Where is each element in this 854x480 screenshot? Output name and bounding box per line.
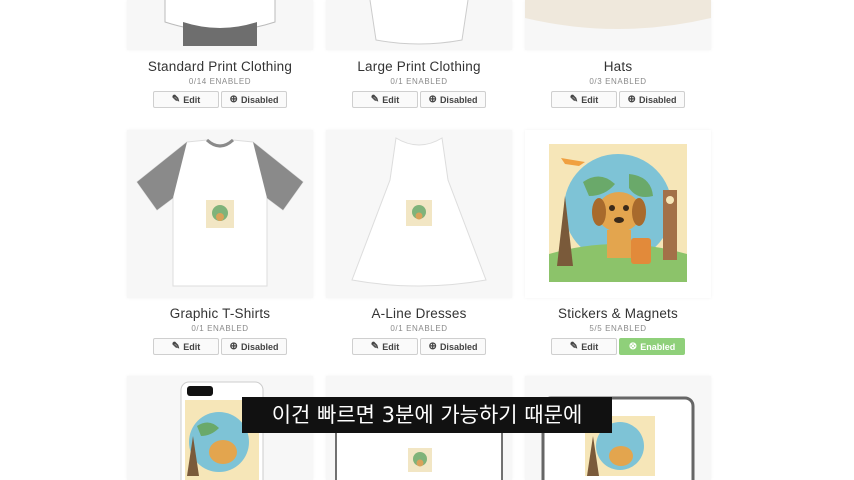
edit-icon: ✎ xyxy=(569,340,579,352)
edit-icon: ✎ xyxy=(171,93,181,105)
large-print-clothing-image xyxy=(326,0,512,50)
card-title: Hats xyxy=(603,59,633,74)
card-title: Graphic T-Shirts xyxy=(169,306,271,321)
card-title: Stickers & Magnets xyxy=(558,306,678,321)
disabled-toggle-button[interactable]: ⊕ Disabled xyxy=(420,338,486,355)
card-title: Large Print Clothing xyxy=(357,59,481,74)
plus-circle-icon: ⊕ xyxy=(428,340,437,352)
edit-button[interactable]: ✎ Edit xyxy=(352,91,418,108)
standard-print-clothing-image xyxy=(127,0,313,50)
card-enabled-count: 0/3 ENABLED xyxy=(589,77,647,86)
edit-button[interactable]: ✎ Edit xyxy=(352,338,418,355)
edit-icon: ✎ xyxy=(370,340,380,352)
x-circle-icon: ⊗ xyxy=(628,340,638,352)
edit-icon: ✎ xyxy=(370,93,380,105)
edit-icon: ✎ xyxy=(171,340,181,352)
disabled-toggle-button[interactable]: ⊕ Disabled xyxy=(221,338,287,355)
edit-button[interactable]: ✎ Edit xyxy=(551,91,617,108)
card-enabled-count: 5/5 ENABLED xyxy=(589,324,647,333)
enabled-toggle-button[interactable]: ⊗ Enabled xyxy=(619,338,685,355)
disabled-toggle-button[interactable]: ⊕ Disabled xyxy=(221,91,287,108)
card-enabled-count: 0/14 ENABLED xyxy=(188,77,252,86)
sticker-artwork-image xyxy=(525,130,711,298)
edit-button[interactable]: ✎ Edit xyxy=(153,338,219,355)
disabled-toggle-button[interactable]: ⊕ Disabled xyxy=(420,91,486,108)
plus-circle-icon: ⊕ xyxy=(627,93,636,105)
card-enabled-count: 0/1 ENABLED xyxy=(390,324,448,333)
edit-button[interactable]: ✎ Edit xyxy=(551,338,617,355)
plus-circle-icon: ⊕ xyxy=(229,340,238,352)
video-subtitle-caption: 이건 빠르면 3분에 가능하기 때문에 xyxy=(242,397,612,433)
disabled-toggle-button[interactable]: ⊕ Disabled xyxy=(619,91,685,108)
card-title: Standard Print Clothing xyxy=(147,59,293,74)
plus-circle-icon: ⊕ xyxy=(229,93,238,105)
hats-image xyxy=(525,0,711,50)
edit-button[interactable]: ✎ Edit xyxy=(153,91,219,108)
a-line-dress-image xyxy=(326,130,512,298)
plus-circle-icon: ⊕ xyxy=(428,93,437,105)
card-title: A-Line Dresses xyxy=(371,306,467,321)
card-enabled-count: 0/1 ENABLED xyxy=(191,324,249,333)
edit-icon: ✎ xyxy=(569,93,579,105)
graphic-t-shirt-image xyxy=(127,130,313,298)
card-enabled-count: 0/1 ENABLED xyxy=(390,77,448,86)
